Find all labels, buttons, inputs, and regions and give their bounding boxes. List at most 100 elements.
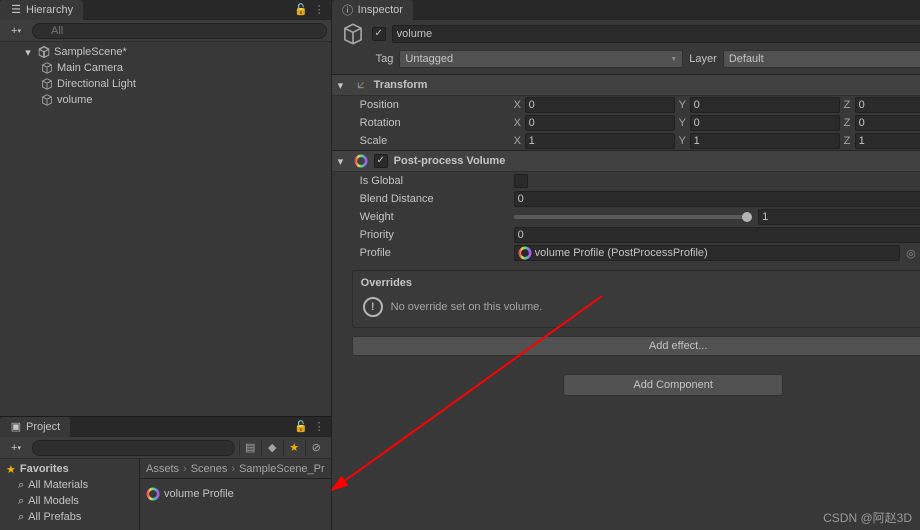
scale-x-input[interactable]: [525, 133, 675, 149]
scale-y-input[interactable]: [690, 133, 840, 149]
add-component-button[interactable]: Add Component: [563, 374, 783, 396]
hidden-packages-button[interactable]: ⊘: [305, 440, 327, 456]
hierarchy-icon: ☰: [10, 4, 22, 16]
hierarchy-create-button[interactable]: +▾: [4, 23, 28, 39]
arrow-down-icon: ▾: [338, 79, 348, 92]
scale-z-input[interactable]: [855, 133, 920, 149]
transform-icon: [354, 78, 368, 92]
blend-distance-label: Blend Distance: [360, 193, 510, 205]
transform-title: Transform: [374, 79, 920, 91]
project-asset-volume-profile[interactable]: volume Profile: [146, 485, 325, 503]
arrow-down-icon: ▾: [338, 155, 348, 168]
panel-menu-icon[interactable]: ⋮: [314, 420, 325, 433]
unity-scene-icon: [37, 45, 51, 59]
weight-slider[interactable]: [514, 215, 753, 219]
gameobject-icon: [340, 21, 366, 47]
scale-label: Scale: [360, 135, 510, 147]
breadcrumb-assets[interactable]: Assets: [146, 463, 179, 475]
hierarchy-scene-row[interactable]: ▾ SampleScene*: [0, 44, 331, 60]
filter-type-button[interactable]: ▤: [239, 440, 261, 456]
search-icon: ⌕: [18, 495, 24, 508]
project-breadcrumb: Assets › Scenes › SampleScene_Pr: [140, 459, 331, 479]
is-global-checkbox[interactable]: [514, 174, 528, 188]
chevron-right-icon: ›: [231, 463, 235, 475]
tag-label: Tag: [376, 53, 394, 65]
blend-distance-input[interactable]: [514, 191, 920, 207]
position-x-input[interactable]: [525, 97, 675, 113]
hierarchy-scene-label: SampleScene*: [54, 46, 127, 58]
rotation-y-input[interactable]: [690, 115, 840, 131]
ppv-enabled-checkbox[interactable]: [374, 154, 388, 168]
hierarchy-tab[interactable]: ☰ Hierarchy: [0, 0, 83, 20]
all-prefabs-label: All Prefabs: [28, 511, 81, 523]
lock-icon[interactable]: 🔓: [294, 420, 308, 433]
chevron-down-icon: ▼: [670, 56, 677, 63]
profile-label: Profile: [360, 247, 510, 259]
project-all-materials[interactable]: ⌕ All Materials: [0, 477, 139, 493]
layer-label: Layer: [689, 53, 717, 65]
hierarchy-item-volume[interactable]: volume: [0, 92, 331, 108]
postprocess-profile-icon: [518, 246, 532, 260]
star-icon: ★: [6, 463, 16, 476]
position-label: Position: [360, 99, 510, 111]
gameobject-icon: [40, 77, 54, 91]
expand-arrow-icon[interactable]: ▾: [22, 46, 34, 58]
info-icon: !: [363, 297, 383, 317]
panel-menu-icon[interactable]: ⋮: [314, 3, 325, 16]
asset-label: volume Profile: [164, 488, 234, 500]
search-icon: ⌕: [18, 479, 24, 492]
layer-dropdown[interactable]: Default ▼: [723, 50, 920, 68]
hierarchy-tab-label: Hierarchy: [26, 4, 73, 16]
lock-icon[interactable]: 🔓: [294, 3, 308, 16]
search-icon: ⌕: [18, 511, 24, 524]
project-all-prefabs[interactable]: ⌕ All Prefabs: [0, 509, 139, 525]
hierarchy-item-label: volume: [57, 94, 92, 106]
breadcrumb-scenes[interactable]: Scenes: [191, 463, 228, 475]
save-search-button[interactable]: ★: [283, 440, 305, 456]
transform-component-header[interactable]: ▾ Transform ? ⇄ ⋮: [332, 74, 920, 96]
favorites-label: Favorites: [20, 463, 69, 475]
rotation-x-input[interactable]: [525, 115, 675, 131]
priority-input[interactable]: [514, 227, 920, 243]
hierarchy-item-directional-light[interactable]: Directional Light: [0, 76, 331, 92]
tag-dropdown[interactable]: Untagged ▼: [399, 50, 683, 68]
postprocess-profile-icon: [146, 487, 160, 501]
rotation-z-input[interactable]: [855, 115, 920, 131]
project-tab-label: Project: [26, 421, 60, 433]
hierarchy-search-input[interactable]: [32, 23, 327, 39]
gameobject-name-input[interactable]: [392, 25, 920, 43]
postprocess-volume-component-header[interactable]: ▾ Post-process Volume ? ⇄ ⋮: [332, 150, 920, 172]
watermark: CSDN @阿赵3D: [823, 509, 912, 526]
weight-value-input[interactable]: [758, 209, 920, 225]
is-global-label: Is Global: [360, 175, 510, 187]
hierarchy-item-main-camera[interactable]: Main Camera: [0, 60, 331, 76]
hierarchy-item-label: Main Camera: [57, 62, 123, 74]
filter-label-button[interactable]: ◆: [261, 440, 283, 456]
rotation-label: Rotation: [360, 117, 510, 129]
ppv-title: Post-process Volume: [394, 155, 920, 167]
gameobject-icon: [40, 93, 54, 107]
project-search-input[interactable]: [32, 440, 235, 456]
project-create-button[interactable]: +▾: [4, 440, 28, 456]
position-y-input[interactable]: [690, 97, 840, 113]
project-all-models[interactable]: ⌕ All Models: [0, 493, 139, 509]
gameobject-active-checkbox[interactable]: [372, 27, 386, 41]
all-materials-label: All Materials: [28, 479, 88, 491]
position-z-input[interactable]: [855, 97, 920, 113]
weight-label: Weight: [360, 211, 510, 223]
postprocess-icon: [354, 154, 368, 168]
slider-handle[interactable]: [742, 212, 752, 222]
inspector-tab-label: Inspector: [358, 4, 403, 16]
project-tab[interactable]: ▣ Project: [0, 417, 70, 437]
inspector-tab[interactable]: ⓘ Inspector: [332, 0, 413, 20]
breadcrumb-scene-profiles[interactable]: SampleScene_Pr: [239, 463, 325, 475]
project-folder-icon: ▣: [10, 421, 22, 433]
chevron-right-icon: ›: [183, 463, 187, 475]
object-picker-button[interactable]: ◎: [904, 247, 918, 260]
add-effect-button[interactable]: Add effect...: [352, 336, 920, 356]
project-panel: ▣ Project 🔓 ⋮ +▾ ⌕ ▤ ◆: [0, 416, 331, 530]
priority-label: Priority: [360, 229, 510, 241]
project-favorites-header[interactable]: ★ Favorites: [0, 461, 139, 477]
inspector-icon: ⓘ: [342, 4, 354, 16]
profile-object-field[interactable]: volume Profile (PostProcessProfile): [514, 245, 900, 261]
